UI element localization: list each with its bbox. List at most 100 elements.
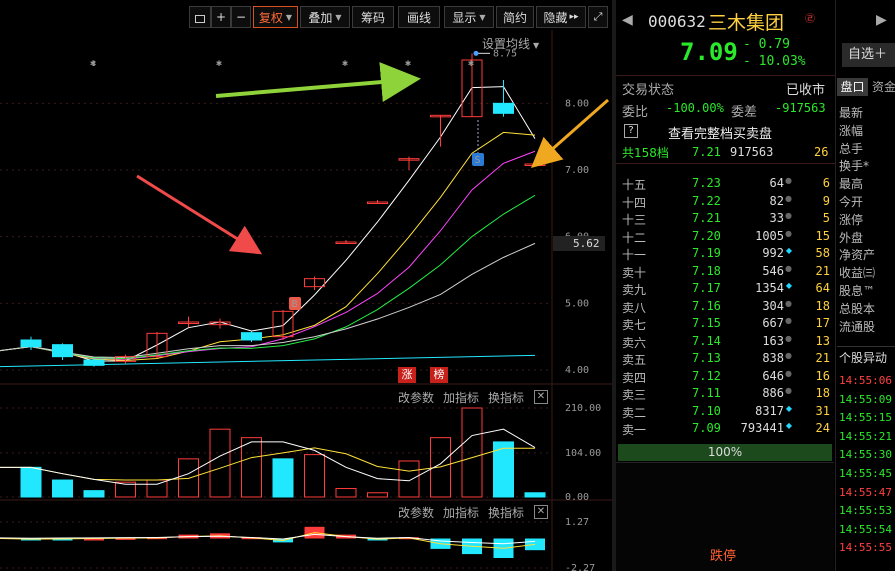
price-tick-label: 5.00	[565, 298, 589, 309]
level-count: 15	[815, 228, 830, 243]
level-price: 7.22	[692, 193, 721, 208]
diejia-label: 叠加	[308, 10, 333, 25]
level-price: 7.10	[692, 403, 721, 418]
candle-body	[52, 344, 73, 358]
vol-huanzhibiao-button[interactable]: 换指标	[488, 389, 524, 406]
tab-zijin[interactable]: 资金	[872, 78, 895, 96]
tick-time[interactable]: 14:55:45	[839, 467, 892, 480]
volume-bar	[524, 492, 546, 498]
volume-bar	[83, 490, 105, 498]
help-icon[interactable]: ?	[624, 124, 638, 138]
orderbook-row[interactable]: 卖六 7.14 163 ● 13	[622, 334, 832, 352]
side-stat-label: 总手	[839, 141, 864, 156]
level-count: 17	[815, 316, 830, 330]
level-label: 卖一	[622, 423, 647, 437]
level-label: 卖八	[622, 300, 647, 315]
tick-time[interactable]: 14:55:30	[839, 448, 892, 461]
tick-time[interactable]: 14:55:15	[839, 411, 892, 424]
side-stat-label: 外盘	[839, 230, 864, 245]
level-price: 7.13	[692, 351, 721, 365]
annotation-arrow-green	[215, 62, 421, 102]
lock-button[interactable]	[189, 6, 211, 28]
dot-icon: ●	[785, 211, 792, 220]
orderbook-row[interactable]: 卖十 7.18 546 ● 21	[622, 264, 832, 282]
collapse-icon: ▸▸	[569, 12, 579, 22]
level-count: 9	[822, 193, 830, 208]
orderbook-summary-bar: 100%	[618, 444, 832, 461]
bang-badge[interactable]: 榜	[430, 367, 448, 383]
event-marker-icon: ✱	[342, 58, 348, 69]
ma60-line	[0, 242, 536, 359]
dot-icon: ●	[785, 368, 792, 378]
level-price: 7.18	[692, 263, 721, 278]
ma5-line	[0, 86, 536, 362]
orderbook-row[interactable]: 卖一 7.09 793441 ◆ 24	[622, 421, 832, 439]
level-price: 7.20	[692, 228, 721, 243]
kline-chart[interactable]: 8.007.006.005.004.00✱✱✱✱✱↕8.75SB210.0010…	[0, 0, 612, 571]
level-price: 7.14	[692, 333, 721, 348]
orderbook-row[interactable]: 卖五 7.13 838 ● 21	[622, 351, 832, 369]
ma-setting-button[interactable]: 设置均线 ▼	[482, 35, 539, 52]
divider	[616, 163, 836, 164]
ind-gaicanshu-button[interactable]: 改参数	[398, 504, 434, 521]
tick-time[interactable]: 14:55:09	[839, 393, 892, 406]
total-price: 7.21	[692, 145, 721, 159]
tick-time[interactable]: 14:55:53	[839, 504, 892, 517]
zoom-out-button[interactable]: −	[231, 6, 251, 28]
chouma-button[interactable]: 筹码	[352, 6, 394, 28]
tick-time[interactable]: 14:55:55	[839, 541, 892, 554]
diamond-icon: ◆	[785, 403, 792, 413]
orderbook-row[interactable]: 十三 7.21 33 ● 5	[622, 211, 832, 229]
zhang-badge[interactable]: 涨	[398, 367, 416, 383]
ind-jiazhibiao-button[interactable]: 加指标	[443, 504, 479, 521]
stock-code: 000632	[648, 12, 706, 31]
tick-time[interactable]: 14:55:54	[839, 523, 892, 536]
view-full-orderbook-link[interactable]: 查看完整档买卖盘	[668, 123, 772, 142]
diejia-button[interactable]: 叠加 ▼	[300, 6, 350, 28]
tick-time[interactable]: 14:55:47	[839, 486, 892, 499]
zixuan-button[interactable]: 自选＋	[842, 43, 895, 67]
jianyue-button[interactable]: 简约	[496, 6, 534, 28]
price-tick-label: 8.00	[565, 98, 589, 109]
level-count: 21	[815, 263, 830, 278]
orderbook-row[interactable]: 十二 7.20 1005 ● 15	[622, 229, 832, 247]
tick-time[interactable]: 14:55:21	[839, 430, 892, 443]
dot-icon: ●	[785, 386, 792, 395]
orderbook-row[interactable]: 卖七 7.15 667 ● 17	[622, 316, 832, 334]
orderbook-row[interactable]: 十一 7.19 992 ◆ 58	[622, 246, 832, 264]
level-count: 18	[815, 298, 830, 313]
weibi-value: -100.00%	[666, 101, 724, 115]
yincang-button[interactable]: 隐藏 ▸▸	[536, 6, 586, 28]
zoom-in-button[interactable]: +	[211, 6, 231, 28]
level-volume: 667	[762, 316, 784, 330]
orderbook-row[interactable]: 卖八 7.16 304 ● 18	[622, 299, 832, 317]
ind-huanzhibiao-button[interactable]: 换指标	[488, 504, 524, 521]
dot-icon: ●	[785, 193, 792, 203]
orderbook-row[interactable]: 卖四 7.12 646 ● 16	[622, 369, 832, 387]
prev-stock-icon[interactable]: ◀	[622, 12, 633, 28]
level-volume: 33	[769, 211, 784, 225]
ind-close-icon[interactable]: ✕	[534, 505, 548, 519]
vol-gaicanshu-button[interactable]: 改参数	[398, 389, 434, 406]
level-label: 十二	[622, 230, 647, 245]
xianshi-label: 显示	[452, 10, 477, 25]
price-change: - 0.79	[743, 37, 790, 52]
level-count: 5	[822, 211, 830, 225]
orderbook-row[interactable]: 卖二 7.10 8317 ◆ 31	[622, 404, 832, 422]
orderbook-row[interactable]: 卖九 7.17 1354 ◆ 64	[622, 281, 832, 299]
huaxian-button[interactable]: 画线	[398, 6, 440, 28]
tab-pankou[interactable]: 盘口	[837, 78, 868, 96]
dot-icon: ●	[785, 176, 792, 185]
xianshi-button[interactable]: 显示 ▼	[444, 6, 494, 28]
level-count: 13	[815, 333, 830, 348]
side-stat-label: 最新	[839, 106, 864, 120]
fullscreen-button[interactable]: ⤢	[588, 6, 608, 28]
fuquan-button[interactable]: 复权 ▼	[253, 6, 298, 28]
vol-close-icon[interactable]: ✕	[534, 390, 548, 404]
tick-time[interactable]: 14:55:06	[839, 374, 892, 387]
orderbook-row[interactable]: 卖三 7.11 886 ● 18	[622, 386, 832, 404]
orderbook-row[interactable]: 十四 7.22 82 ● 9	[622, 194, 832, 212]
orderbook-row[interactable]: 十五 7.23 64 ● 6	[622, 176, 832, 194]
vol-jiazhibiao-button[interactable]: 加指标	[443, 389, 479, 406]
next-stock-icon[interactable]: ▶	[876, 12, 887, 28]
